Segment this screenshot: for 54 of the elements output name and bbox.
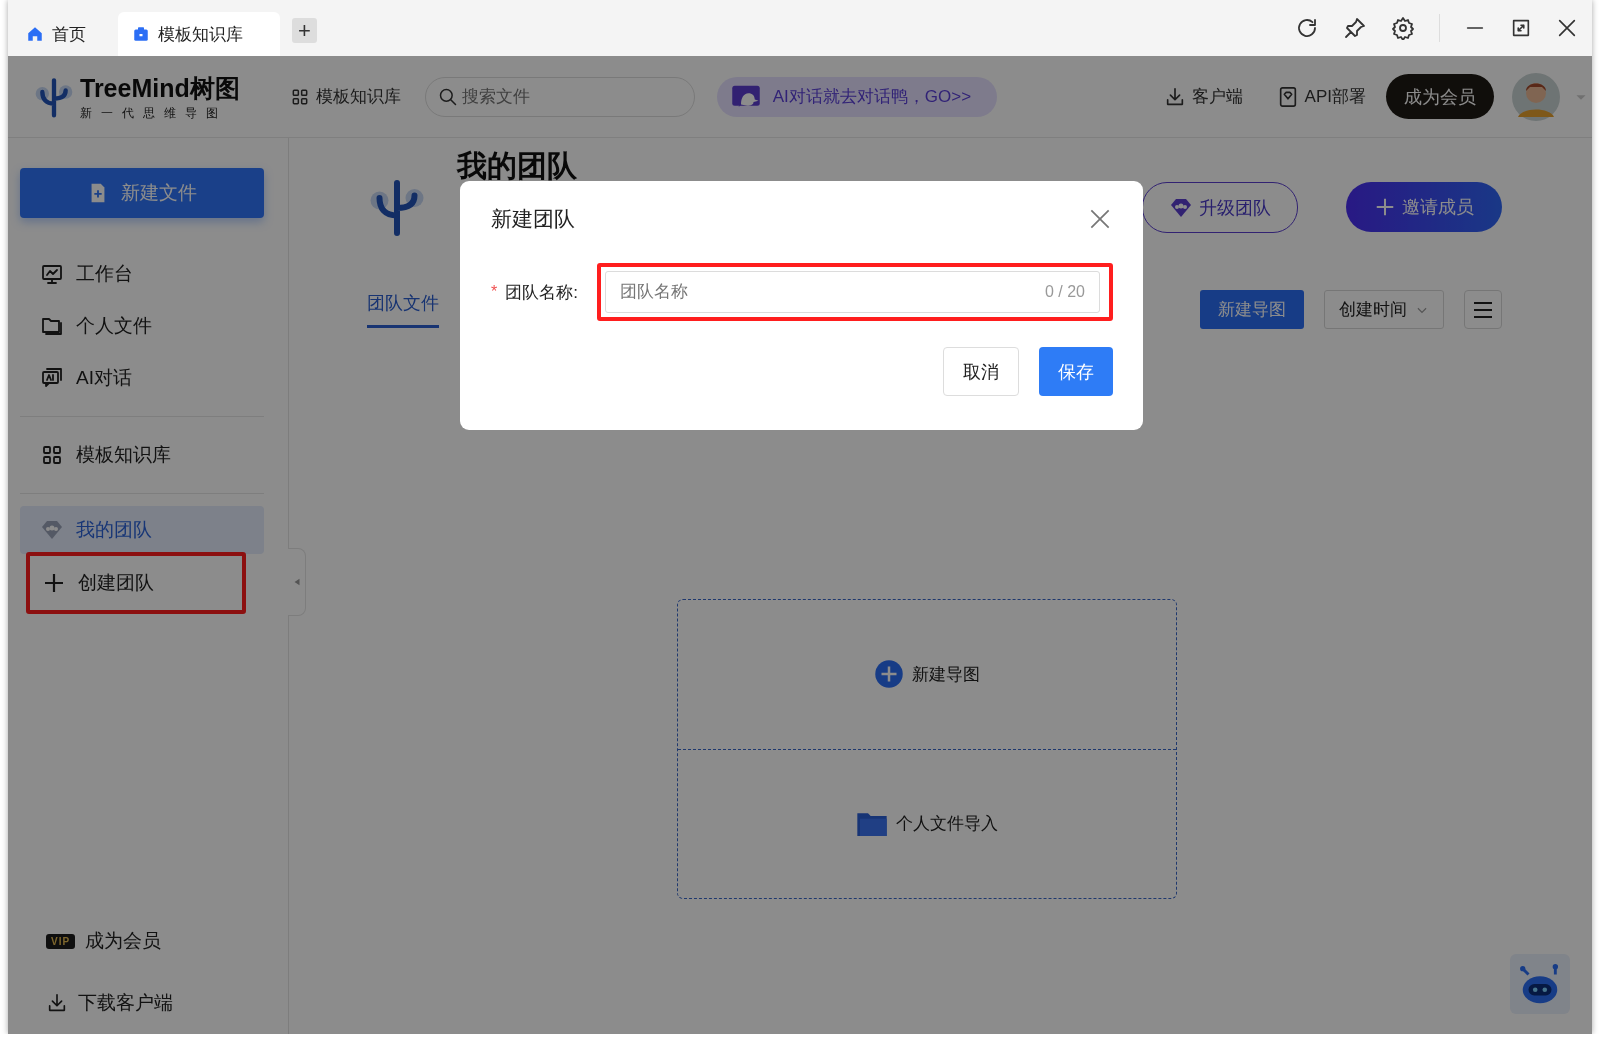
sidebar-item[interactable]: 个人文件 (20, 300, 264, 352)
menu-button[interactable] (1464, 290, 1502, 329)
pin-icon[interactable] (1343, 16, 1367, 40)
plus-circle-icon (874, 659, 904, 690)
browser-tab[interactable]: 模板知识库 (118, 12, 280, 56)
download-icon (46, 992, 68, 1014)
team-title: 我的团队 (457, 148, 577, 184)
promo-banner[interactable]: AI对话就去对话鸭，GO>> (716, 76, 998, 117)
required-mark: * (491, 283, 498, 301)
plus-icon (42, 571, 66, 595)
import-action[interactable]: 个人文件导入 (678, 748, 1176, 898)
tab[interactable]: 团队文件 (367, 291, 439, 328)
search-input[interactable]: 搜索文件 (461, 79, 682, 114)
client-link[interactable]: 客户端 (1163, 85, 1243, 108)
new-map-button[interactable]: 新建导图 (1200, 290, 1304, 329)
restore-icon[interactable] (1510, 17, 1532, 39)
sidebar-item[interactable]: 工作台 (20, 248, 264, 300)
plus-icon (1374, 196, 1396, 218)
grid-icon (40, 443, 64, 467)
settings-icon[interactable] (1391, 16, 1415, 40)
sort-dropdown[interactable]: 创建时间 (1324, 290, 1444, 329)
sidebar-item[interactable]: AI对话 (20, 352, 264, 404)
new-map-action[interactable]: 新建导图 (678, 600, 1176, 749)
sidebar-link[interactable]: VIP 成为会员 (20, 910, 288, 972)
field-label: 团队名称: (505, 281, 579, 304)
monitor-icon (40, 262, 64, 286)
close-icon[interactable] (1556, 17, 1578, 39)
new-tab-button[interactable]: + (292, 18, 317, 43)
api-link[interactable]: API部署 (1276, 85, 1366, 108)
input-field[interactable]: 团队名称 0 / 20 (605, 271, 1100, 313)
app-logo[interactable]: TreeMind树图 新一代思维导图 (34, 71, 240, 122)
member-button[interactable]: 成为会员 (1386, 74, 1494, 119)
assistant-button[interactable] (1510, 954, 1570, 1014)
nav-link[interactable]: 模板知识库 (289, 85, 401, 108)
sidebar-item[interactable]: 模板知识库 (20, 429, 264, 481)
browser-tab[interactable]: 首页 (12, 12, 118, 56)
sidebar-link[interactable]: 下载客户端 (20, 972, 288, 1034)
character-counter: 0 / 20 (1044, 283, 1085, 301)
refresh-icon[interactable] (1295, 16, 1319, 40)
upgrade-button[interactable]: 升级团队 (1142, 182, 1298, 233)
briefcase-icon (132, 25, 150, 43)
save-button[interactable]: 保存 (1039, 347, 1113, 396)
search-icon (437, 86, 458, 107)
vip-badge: VIP (46, 933, 76, 949)
invite-button[interactable]: 邀请成员 (1346, 182, 1502, 232)
avatar[interactable] (1512, 72, 1560, 121)
house-icon (26, 25, 44, 43)
collapse-handle[interactable] (288, 548, 306, 616)
sidebar-item[interactable]: 我的团队 (20, 506, 264, 554)
chat-icon (40, 366, 64, 390)
dialog-title: 新建团队 (491, 206, 575, 232)
cancel-button[interactable]: 取消 (943, 347, 1019, 396)
new-file-button[interactable]: 新建文件 (20, 168, 264, 218)
sidebar-item[interactable]: 创建团队 (26, 552, 246, 614)
